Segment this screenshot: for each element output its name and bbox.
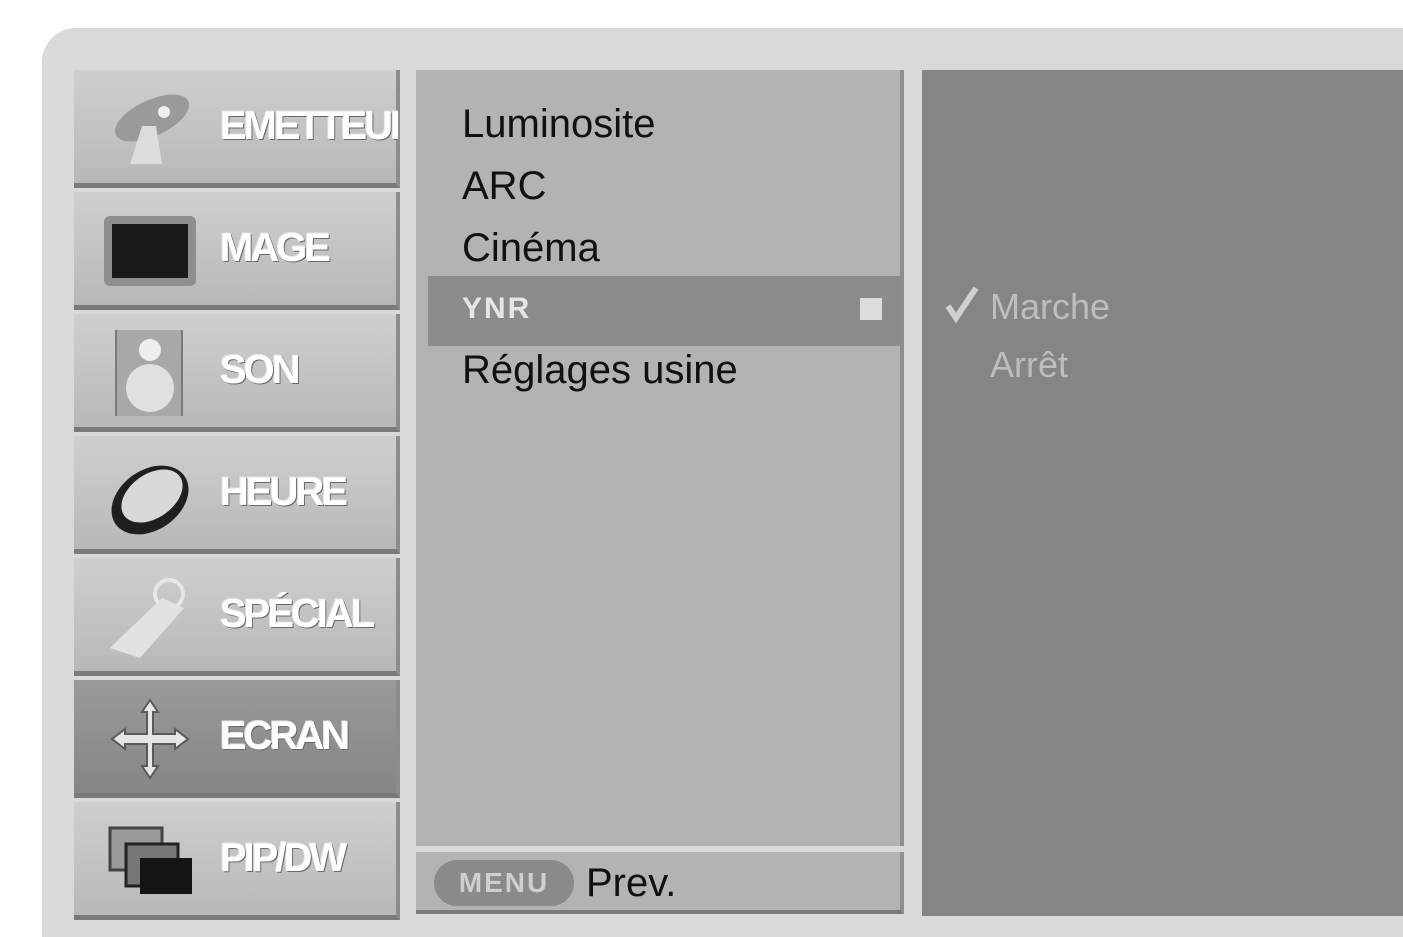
category-label: MAGE [220, 226, 331, 270]
pip-windows-icon [108, 826, 192, 894]
menu-item-label: YNR [462, 292, 532, 325]
prev-label: Prev. [586, 861, 677, 905]
arrow-right-icon [860, 298, 882, 320]
category-label: PIP/DW [220, 836, 347, 880]
menu-item-cinema[interactable]: Cinéma [462, 226, 600, 271]
menu-item-arc[interactable]: ARC [462, 164, 546, 209]
category-label: SPÉCIAL [220, 592, 375, 636]
checkmark-icon [945, 286, 979, 324]
category-label: ECRAN [220, 714, 350, 758]
option-marche[interactable]: Marche [990, 286, 1110, 328]
category-son[interactable]: SON [74, 314, 400, 432]
menu-footer: MENU Prev. [416, 852, 904, 914]
picture-screen-icon [104, 216, 196, 286]
category-ecran[interactable]: ECRAN [74, 680, 400, 798]
category-label: SON [220, 348, 301, 392]
option-panel: Marche Arrêt [922, 70, 1403, 916]
satellite-dish-icon [114, 94, 190, 164]
category-heure[interactable]: HEURE [74, 436, 400, 554]
key-tag-icon [110, 578, 185, 658]
category-label: EMETTEUR [220, 104, 398, 148]
category-label: HEURE [220, 470, 348, 514]
speaker-icon [115, 330, 183, 416]
category-pip-dw[interactable]: PIP/DW [74, 802, 400, 920]
category-emetteur[interactable]: EMETTEUR [74, 70, 400, 188]
move-arrows-icon [110, 698, 190, 780]
option-arret[interactable]: Arrêt [990, 344, 1068, 386]
category-column: EMETTEUR MAGE SON HEURE SPÉCIAL ECRAN PI… [74, 70, 400, 920]
clock-icon [111, 465, 189, 535]
menu-item-luminosite[interactable]: Luminosite [462, 102, 655, 147]
menu-item-ynr[interactable]: YNR [428, 276, 902, 346]
category-image[interactable]: MAGE [74, 192, 400, 310]
menu-item-reglages-usine[interactable]: Réglages usine [462, 348, 738, 393]
menu-button[interactable]: MENU [434, 860, 574, 906]
category-special[interactable]: SPÉCIAL [74, 558, 400, 676]
submenu-panel: Luminosite ARC Cinéma YNR Réglages usine [416, 70, 904, 846]
